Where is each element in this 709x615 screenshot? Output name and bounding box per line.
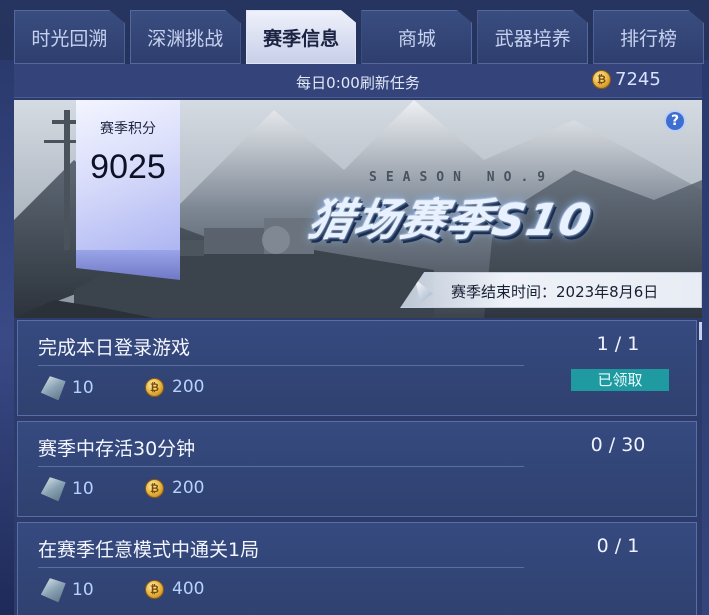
coin-balance: ₿ 7245 bbox=[592, 69, 661, 90]
coin-reward-amount: 200 bbox=[172, 377, 205, 397]
info-bar: 每日0:00刷新任务 ₿ 7245 bbox=[14, 64, 702, 98]
task-progress: 1 / 1 bbox=[596, 333, 640, 355]
coin-icon: ₿ bbox=[592, 70, 611, 89]
tab-weapon-upgrade[interactable]: 武器培养 bbox=[477, 10, 589, 64]
season-end-bar: 赛季结束时间：2023年8月6日 bbox=[400, 272, 702, 308]
task-progress: 0 / 1 bbox=[596, 535, 640, 557]
gem-reward-amount: 10 bbox=[72, 479, 94, 499]
help-icon[interactable]: ? bbox=[664, 110, 686, 132]
gem-icon bbox=[40, 375, 66, 401]
tab-season-info[interactable]: 赛季信息 bbox=[245, 10, 357, 64]
season-logo: 猎场赛季S10 bbox=[303, 195, 598, 246]
coin-reward-amount: 200 bbox=[172, 478, 205, 498]
background-edge-left bbox=[0, 60, 14, 615]
task-row: 在赛季任意模式中通关1局 0 / 1 10 ₿ 400 bbox=[17, 522, 697, 615]
gem-reward-amount: 10 bbox=[72, 580, 94, 600]
coin-icon: ₿ bbox=[145, 377, 164, 397]
task-row: 完成本日登录游戏 1 / 1 已领取 10 ₿ 200 bbox=[17, 320, 697, 416]
gem-icon bbox=[40, 577, 66, 603]
arrow-icon bbox=[415, 279, 433, 303]
claimed-badge: 已领取 bbox=[571, 369, 669, 391]
season-end-time: 赛季结束时间：2023年8月6日 bbox=[451, 283, 659, 301]
season-banner: 赛季积分 9025 ? SEASON NO.9 猎场赛季S10 赛季结束时间：2… bbox=[14, 100, 702, 318]
gem-reward: 10 bbox=[42, 377, 94, 399]
tab-abyss-challenge[interactable]: 深渊挑战 bbox=[129, 10, 241, 64]
task-list-scrollbar[interactable] bbox=[699, 322, 702, 340]
task-progress: 0 / 30 bbox=[590, 434, 646, 456]
season-score-value: 9025 bbox=[90, 148, 166, 186]
task-name: 赛季中存活30分钟 bbox=[38, 438, 196, 460]
season-subtitle: SEASON NO.9 bbox=[369, 170, 555, 185]
season-score-label: 赛季积分 bbox=[100, 121, 156, 137]
tab-bar: 时光回溯 深渊挑战 赛季信息 商城 武器培养 排行榜 bbox=[14, 10, 704, 64]
task-divider bbox=[38, 567, 524, 568]
season-info-panel: 每日0:00刷新任务 ₿ 7245 赛季积分 9025 ? SEASON NO.… bbox=[14, 64, 702, 615]
task-name: 完成本日登录游戏 bbox=[38, 337, 191, 359]
gem-reward: 10 bbox=[42, 579, 94, 601]
tab-leaderboard[interactable]: 排行榜 bbox=[593, 10, 704, 64]
tab-time-rewind[interactable]: 时光回溯 bbox=[14, 10, 125, 64]
task-name: 在赛季任意模式中通关1局 bbox=[38, 539, 260, 561]
coin-reward: ₿ 200 bbox=[145, 377, 204, 397]
task-row: 赛季中存活30分钟 0 / 30 10 ₿ 200 bbox=[17, 421, 697, 517]
coin-icon: ₿ bbox=[145, 579, 164, 599]
coin-balance-value: 7245 bbox=[615, 69, 661, 90]
task-list: 完成本日登录游戏 1 / 1 已领取 10 ₿ 200 赛季中存活30分钟 0 … bbox=[17, 320, 697, 615]
gem-reward-amount: 10 bbox=[72, 378, 94, 398]
coin-reward: ₿ 400 bbox=[145, 579, 204, 599]
coin-reward: ₿ 200 bbox=[145, 478, 204, 498]
task-divider bbox=[38, 365, 524, 366]
coin-reward-amount: 400 bbox=[172, 579, 205, 599]
gem-reward: 10 bbox=[42, 478, 94, 500]
tab-shop[interactable]: 商城 bbox=[361, 10, 473, 64]
coin-icon: ₿ bbox=[145, 478, 164, 498]
task-divider bbox=[38, 466, 524, 467]
season-score-card: 赛季积分 9025 bbox=[76, 100, 180, 250]
gem-icon bbox=[40, 476, 66, 502]
